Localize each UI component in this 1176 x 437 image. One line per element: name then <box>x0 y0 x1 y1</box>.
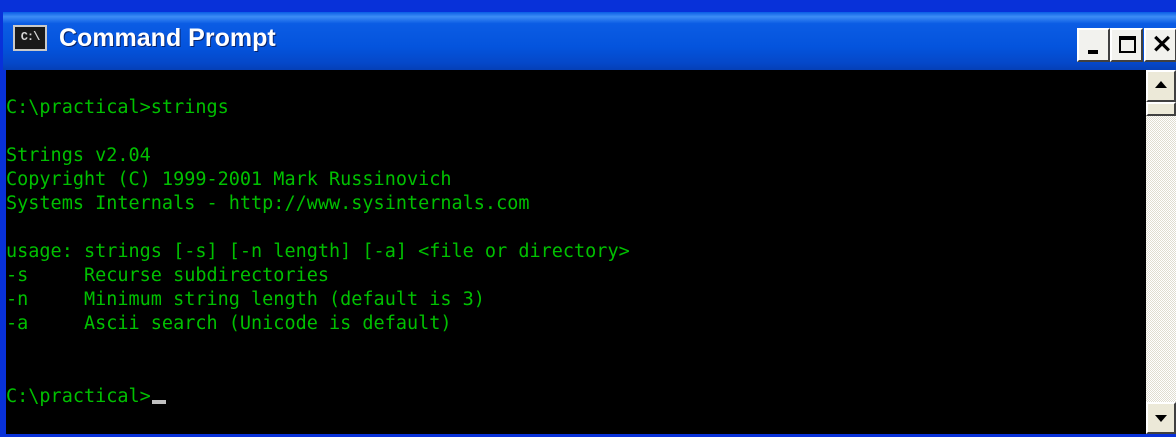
minimize-icon <box>1088 50 1098 54</box>
command-prompt-line[interactable]: C:\practical> <box>6 385 166 409</box>
scroll-up-button[interactable] <box>1146 70 1176 102</box>
arrow-down-icon <box>1155 415 1167 422</box>
maximize-button[interactable] <box>1110 28 1143 62</box>
scroll-thumb[interactable] <box>1146 102 1176 116</box>
scroll-down-button[interactable] <box>1146 402 1176 434</box>
window-title: Command Prompt <box>59 24 276 52</box>
console-line: usage: strings [-s] [-n length] [-a] <fi… <box>6 241 630 262</box>
maximize-icon <box>1119 36 1136 53</box>
console-line: Copyright (C) 1999-2001 Mark Russinovich <box>6 169 452 190</box>
command-prompt-window: C:\ Command Prompt × C:\practical>string… <box>0 0 1176 437</box>
scroll-track[interactable] <box>1146 116 1176 402</box>
console-line: Strings v2.04 <box>6 145 151 166</box>
close-icon: × <box>1150 28 1174 59</box>
vertical-scrollbar[interactable] <box>1146 70 1176 434</box>
console-line: Systems Internals - http://www.sysintern… <box>6 193 530 214</box>
close-button[interactable]: × <box>1144 28 1176 62</box>
console-output[interactable]: C:\practical>strings Strings v2.04 Copyr… <box>6 70 1146 434</box>
console-line: -n Minimum string length (default is 3) <box>6 289 485 310</box>
console-line: -a Ascii search (Unicode is default) <box>6 313 452 334</box>
arrow-up-icon <box>1155 81 1167 88</box>
minimize-button[interactable] <box>1077 28 1110 62</box>
console-line: C:\practical>strings <box>6 97 229 118</box>
prompt-text: C:\practical> <box>6 386 151 407</box>
cmd-console-icon[interactable]: C:\ <box>13 25 47 51</box>
title-bar[interactable]: C:\ Command Prompt × <box>3 12 1176 70</box>
text-cursor <box>151 400 166 404</box>
console-line: -s Recurse subdirectories <box>6 265 330 286</box>
